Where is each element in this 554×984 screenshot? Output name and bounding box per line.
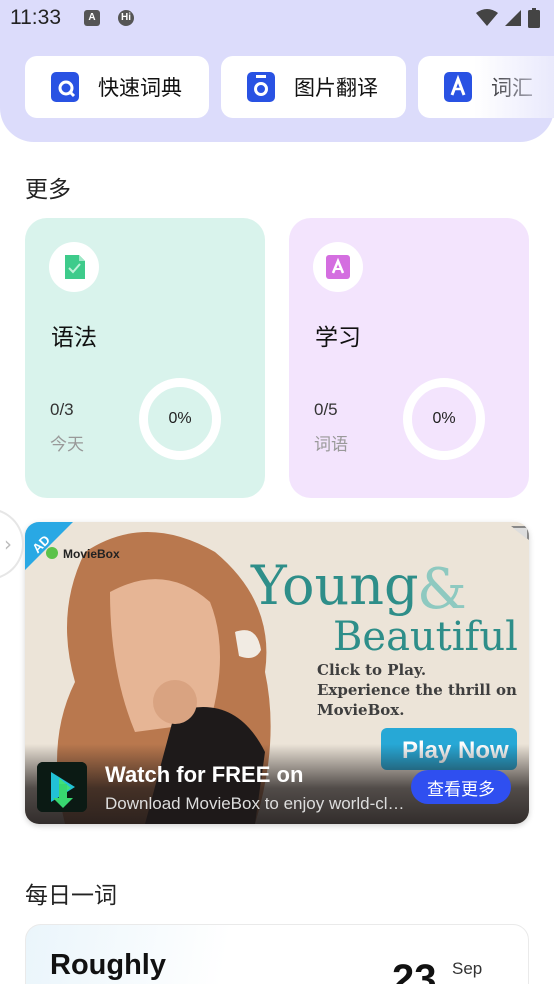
status-right [476, 8, 540, 28]
vocabulary-icon [444, 72, 472, 102]
ad-banner[interactable]: Young & Beautiful Click to Play. Experie… [25, 522, 529, 824]
quick-tools: 快速词典 图片翻译 词汇 [25, 56, 554, 118]
top-header: 11:33 A Hi 快速词典 图片翻译 词汇 [0, 0, 554, 142]
tool-image-translate[interactable]: 图片翻译 [221, 56, 406, 118]
ad-tagline-1: Click to Play. [317, 661, 426, 679]
tool-label: 词汇 [491, 76, 533, 100]
ad-cta-button[interactable]: 查看更多 [411, 770, 511, 804]
signal-icon [505, 10, 521, 26]
daily-word: Roughly [50, 949, 166, 981]
hi-app-icon: Hi [118, 10, 134, 26]
ad-title: Watch for FREE on [105, 762, 304, 787]
study-icon [313, 242, 363, 292]
tool-label: 图片翻译 [294, 76, 378, 100]
wifi-icon [476, 9, 498, 26]
chevron-right-icon: › [4, 532, 12, 556]
tool-vocabulary[interactable]: 词汇 [418, 56, 554, 118]
ad-description: Download MovieBox to enjoy world-class m… [105, 794, 405, 813]
side-expand-tab[interactable]: › [0, 508, 24, 580]
ad-headline-2: Beautiful [333, 614, 518, 660]
card-subtitle: 词语 [314, 435, 348, 455]
camera-icon [247, 72, 275, 102]
date-month: Sep [452, 959, 483, 978]
a-app-icon: A [84, 10, 100, 26]
status-time: 11:33 [10, 6, 61, 29]
progress-ring: 0% [403, 378, 485, 460]
tool-quick-dictionary[interactable]: 快速词典 [25, 56, 209, 118]
card-title: 学习 [315, 325, 361, 351]
progress-ring: 0% [139, 378, 221, 460]
card-count: 0/3 [50, 400, 74, 419]
status-bar: 11:33 A Hi [0, 0, 554, 38]
daily-word-title: 每日一词 [25, 883, 117, 909]
ad-tagline-3: MovieBox. [317, 701, 404, 719]
battery-icon [528, 8, 540, 28]
card-count: 0/5 [314, 400, 338, 419]
search-icon [51, 72, 79, 102]
daily-word-card[interactable]: Roughly 23 Sep [25, 924, 529, 984]
card-subtitle: 今天 [50, 435, 84, 455]
ad-headline-amp: & [417, 557, 467, 622]
grammar-icon [49, 242, 99, 292]
more-section-title: 更多 [25, 177, 71, 203]
date-day: 23 [392, 957, 437, 984]
ad-brand: MovieBox [63, 547, 120, 561]
card-title: 语法 [51, 325, 97, 351]
grammar-card[interactable]: 语法 0/3 今天 0% [25, 218, 265, 498]
ad-headline-1: Young [250, 554, 419, 617]
progress-percent: 0% [432, 410, 456, 427]
tool-label: 快速词典 [98, 76, 182, 100]
ad-tagline-2: Experience the thrill on [317, 681, 517, 699]
progress-percent: 0% [168, 410, 192, 427]
study-card[interactable]: 学习 0/5 词语 0% [289, 218, 529, 498]
moviebox-app-icon [37, 762, 87, 812]
